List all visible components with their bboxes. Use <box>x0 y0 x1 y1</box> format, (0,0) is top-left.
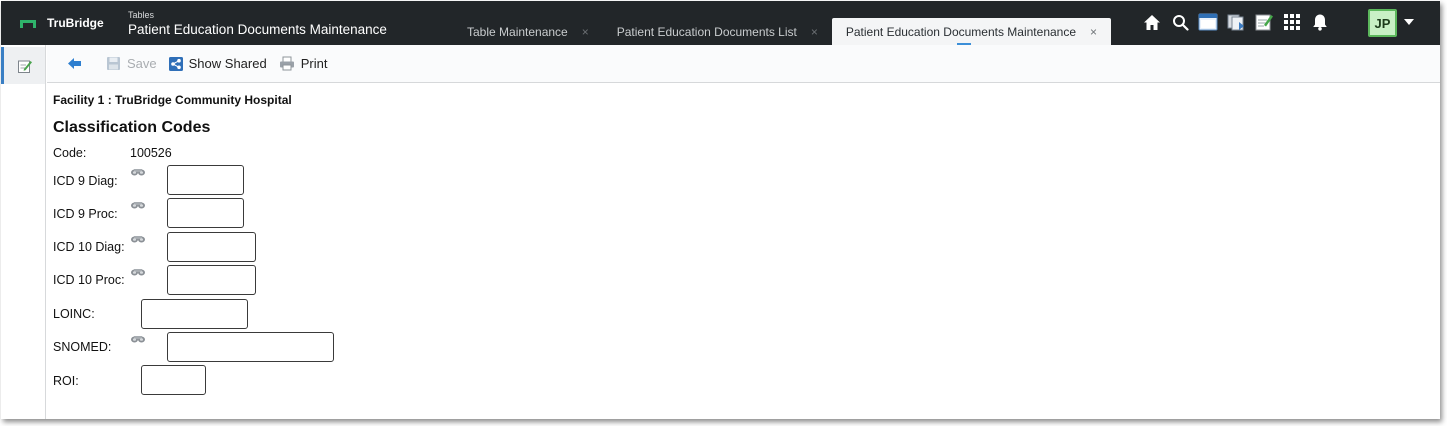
tab-strip: Table Maintenance × Patient Education Do… <box>453 18 1112 45</box>
close-icon[interactable]: × <box>1090 25 1097 39</box>
code-label: Code: <box>53 146 87 160</box>
close-icon[interactable]: × <box>811 25 818 39</box>
brand-name: TruBridge <box>47 16 104 30</box>
app-window: TruBridge Tables Patient Education Docum… <box>1 1 1440 419</box>
user-avatar[interactable]: JP <box>1368 9 1397 37</box>
tab-table-maintenance[interactable]: Table Maintenance × <box>453 18 603 45</box>
rail-item-edit[interactable] <box>1 47 45 84</box>
icd9-diag-label: ICD 9 Diag: <box>53 174 118 188</box>
apps-grid-icon[interactable] <box>1282 12 1302 32</box>
back-button[interactable] <box>67 57 88 70</box>
code-value: 100526 <box>130 146 172 160</box>
notes-icon[interactable] <box>1254 12 1274 32</box>
icd9-diag-input[interactable] <box>167 165 244 195</box>
chevron-down-icon[interactable] <box>1404 19 1414 25</box>
back-arrow-icon <box>68 58 81 69</box>
search-icon[interactable] <box>1170 12 1190 32</box>
roi-label: ROI: <box>53 374 79 388</box>
tab-patient-education-documents-list[interactable]: Patient Education Documents List × <box>603 18 832 45</box>
bell-icon[interactable] <box>1310 12 1330 32</box>
save-disk-icon <box>107 57 120 70</box>
printer-icon <box>279 56 294 71</box>
show-shared-label: Show Shared <box>188 56 267 71</box>
tab-label: Patient Education Documents Maintenance <box>845 24 1077 39</box>
icd10-diag-input[interactable] <box>167 232 256 262</box>
trubridge-logo-icon <box>20 20 36 28</box>
window-title-block: Tables Patient Education Documents Maint… <box>128 10 387 38</box>
loinc-label: LOINC: <box>53 307 95 321</box>
section-label: Tables <box>128 10 155 20</box>
header-icons <box>1142 12 1338 32</box>
save-button[interactable]: Save <box>106 56 157 71</box>
snomed-label: SNOMED: <box>53 340 112 354</box>
documents-icon[interactable] <box>1226 12 1246 32</box>
snomed-input[interactable] <box>167 332 334 362</box>
brand-logo[interactable]: TruBridge <box>19 16 104 30</box>
tab-label: Table Maintenance <box>467 24 568 39</box>
edit-note-icon <box>17 60 32 73</box>
save-label: Save <box>127 56 157 71</box>
lookup-binoculars-icon[interactable] <box>130 267 146 277</box>
section-title: Classification Codes <box>53 119 211 136</box>
window-title: Patient Education Documents Maintenance <box>128 22 387 37</box>
lookup-binoculars-icon[interactable] <box>130 167 146 177</box>
top-bar: TruBridge Tables Patient Education Docum… <box>1 1 1440 45</box>
window-icon[interactable] <box>1198 12 1218 32</box>
icd10-proc-label: ICD 10 Proc: <box>53 273 125 287</box>
icd10-diag-label: ICD 10 Diag: <box>53 240 125 254</box>
share-icon <box>168 56 183 71</box>
lookup-binoculars-icon[interactable] <box>130 234 146 244</box>
icd9-proc-label: ICD 9 Proc: <box>53 207 118 221</box>
facility-name: Facility 1 : TruBridge Community Hospita… <box>53 93 292 107</box>
lookup-binoculars-icon[interactable] <box>130 200 146 210</box>
lookup-binoculars-icon[interactable] <box>130 334 146 344</box>
toolbar: Save Show Shared Print <box>47 45 1440 83</box>
print-label: Print <box>300 56 328 71</box>
print-button[interactable]: Print <box>279 56 328 71</box>
loinc-input[interactable] <box>141 299 248 329</box>
tab-patient-education-documents-maintenance[interactable]: Patient Education Documents Maintenance … <box>831 18 1112 45</box>
tab-label: Patient Education Documents List <box>616 24 797 39</box>
show-shared-button[interactable]: Show Shared <box>168 56 267 71</box>
left-rail <box>1 45 46 419</box>
close-icon[interactable]: × <box>582 25 589 39</box>
roi-input[interactable] <box>141 365 206 395</box>
icd10-proc-input[interactable] <box>167 265 256 295</box>
home-icon[interactable] <box>1142 12 1162 32</box>
icd9-proc-input[interactable] <box>167 198 244 228</box>
